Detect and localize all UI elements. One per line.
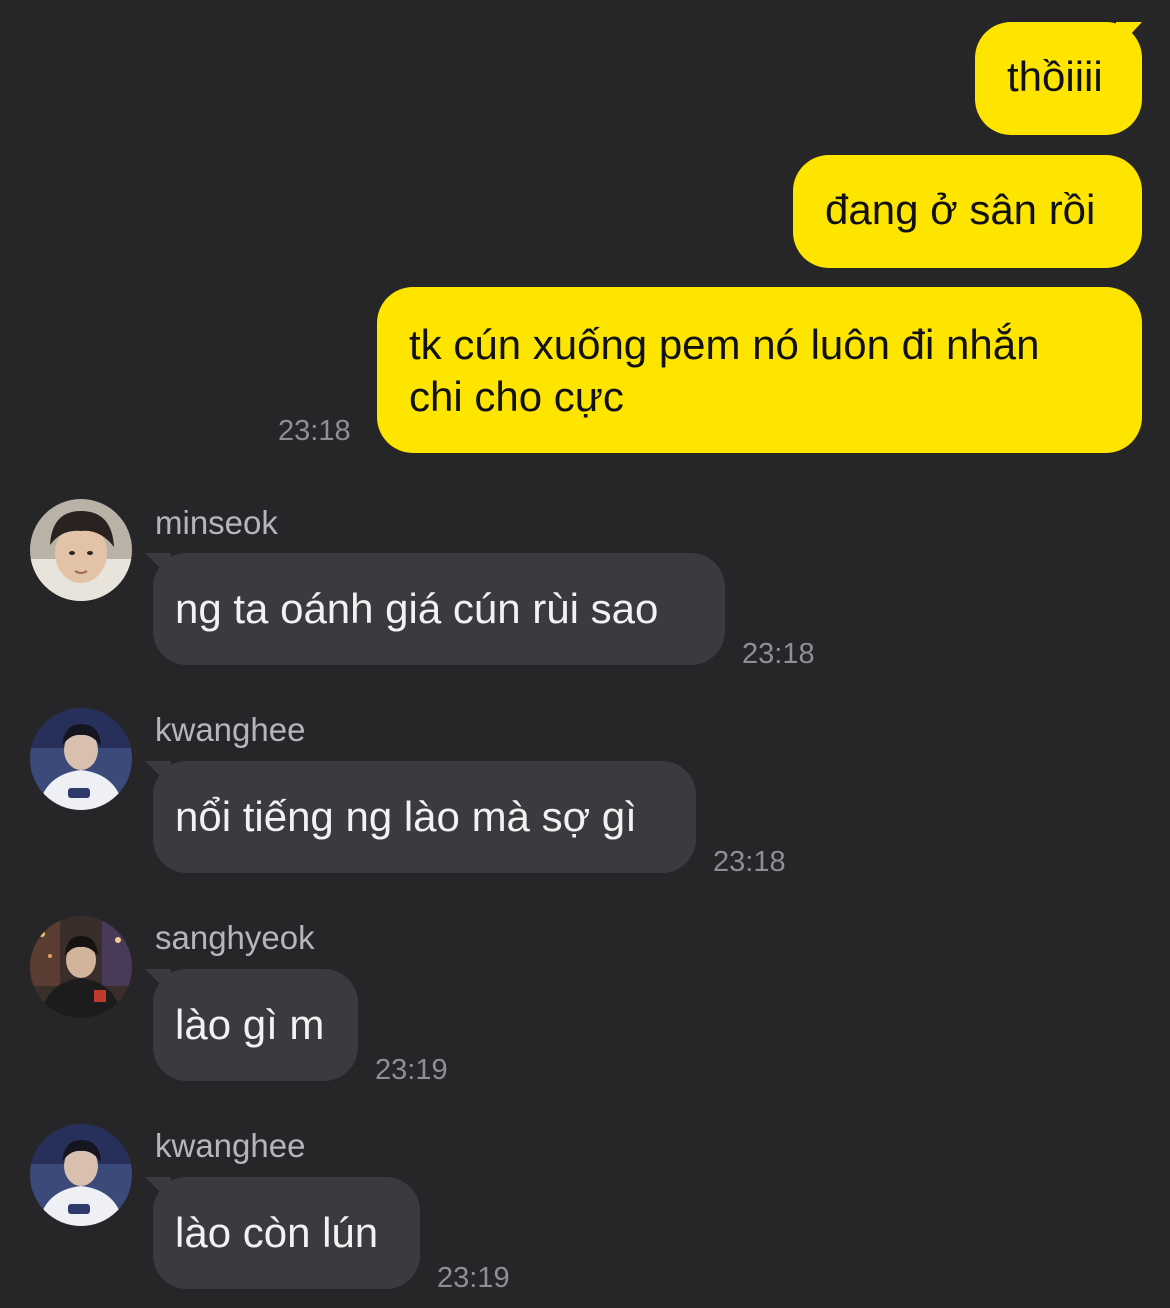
chat-message-list[interactable]: thồiiii đang ở sân rồi tk cún xuống pem … [0, 0, 1170, 1308]
message-text: nổi tiếng ng lào mà sợ gì [175, 793, 637, 840]
bubble-tail [145, 969, 171, 995]
bubble-tail [1116, 22, 1142, 50]
message-timestamp: 23:19 [375, 1054, 448, 1086]
message-timestamp: 23:18 [278, 415, 351, 447]
message-text: đang ở sân rồi [825, 186, 1096, 233]
message-text-line: tk cún xuống pem nó luôn đi nhắn [409, 321, 1040, 368]
incoming-message-bubble[interactable]: ng ta oánh giá cún rùi sao [145, 553, 725, 665]
sanghyeok-avatar[interactable] [30, 916, 132, 1018]
message-timestamp: 23:19 [437, 1262, 510, 1294]
incoming-message-bubble[interactable]: lào gì m [145, 969, 358, 1081]
sender-name: kwanghee [155, 711, 306, 748]
message-text: thồiiii [1007, 53, 1103, 100]
outgoing-message-bubble[interactable]: thồiiii [975, 22, 1142, 135]
message-text: lào gì m [175, 1001, 325, 1048]
message-timestamp: 23:18 [742, 638, 815, 670]
outgoing-message-bubble[interactable]: đang ở sân rồi [793, 155, 1142, 268]
sender-name: sanghyeok [155, 919, 315, 956]
outgoing-message-bubble[interactable]: tk cún xuống pem nó luôn đi nhắn chi cho… [377, 287, 1142, 453]
message-text: lào còn lún [175, 1209, 379, 1256]
bubble-tail [145, 553, 171, 579]
kwanghee-avatar[interactable] [30, 1124, 132, 1226]
message-text: ng ta oánh giá cún rùi sao [175, 585, 659, 632]
incoming-message-bubble[interactable]: lào còn lún [145, 1177, 420, 1289]
message-text-line: chi cho cực [409, 373, 624, 420]
bubble-tail [145, 761, 171, 787]
kwanghee-avatar[interactable] [30, 708, 132, 810]
sender-name: minseok [155, 504, 278, 541]
bubble-tail [145, 1177, 171, 1203]
sender-name: kwanghee [155, 1127, 306, 1164]
incoming-message-bubble[interactable]: nổi tiếng ng lào mà sợ gì [145, 761, 696, 873]
minseok-avatar[interactable] [30, 499, 132, 601]
message-timestamp: 23:18 [713, 846, 786, 878]
